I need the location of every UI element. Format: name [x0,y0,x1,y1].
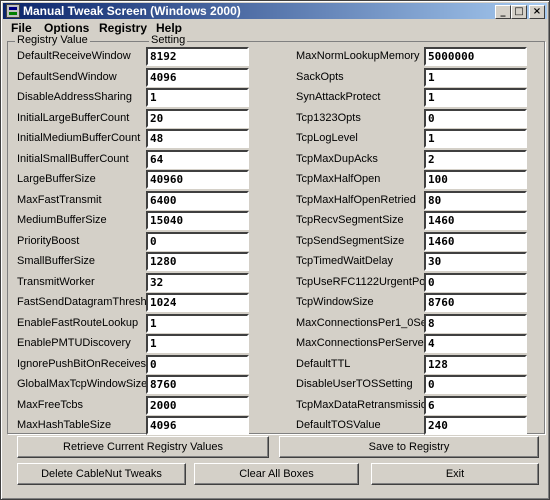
right-setting-field[interactable]: 0 [424,109,527,128]
right-setting-field[interactable]: 240 [424,416,527,435]
right-setting-label: TcpMaxHalfOpen [296,173,381,185]
left-setting-label: FastSendDatagramThreshold [17,296,162,308]
minimize-button[interactable]: _ [495,5,511,19]
registry-value-header: Registry Value [15,34,90,46]
left-setting-field[interactable]: 32 [146,273,249,292]
left-setting-field[interactable]: 8192 [146,47,249,66]
right-setting-label: TcpMaxDupAcks [296,153,378,165]
left-setting-field[interactable]: 1 [146,314,249,333]
right-setting-label: DefaultTOSValue [296,419,381,431]
left-setting-label: DefaultSendWindow [17,71,117,83]
left-setting-label: DefaultReceiveWindow [17,50,131,62]
left-setting-label: GlobalMaxTcpWindowSize [17,378,148,390]
right-setting-label: TcpMaxDataRetransmissions [296,399,439,411]
save-to-registry-button[interactable]: Save to Registry [279,436,539,458]
title-bar[interactable]: Manual Tweak Screen (Windows 2000) _ □ × [3,3,547,19]
right-setting-field[interactable]: 80 [424,191,527,210]
right-setting-label: Tcp1323Opts [296,112,361,124]
left-setting-field[interactable]: 1 [146,334,249,353]
right-setting-field[interactable]: 0 [424,375,527,394]
left-setting-label: MaxHashTableSize [17,419,112,431]
right-setting-field[interactable]: 0 [424,273,527,292]
left-setting-field[interactable]: 6400 [146,191,249,210]
left-setting-label: MediumBufferSize [17,214,107,226]
left-setting-field[interactable]: 20 [146,109,249,128]
left-setting-label: PriorityBoost [17,235,80,247]
left-setting-label: SmallBufferSize [17,255,96,267]
left-setting-field[interactable]: 1280 [146,252,249,271]
right-setting-field[interactable]: 1 [424,68,527,87]
left-setting-label: MaxFreeTcbs [17,399,84,411]
menu-registry[interactable]: Registry [99,19,147,37]
left-setting-field[interactable]: 2000 [146,396,249,415]
right-setting-field[interactable]: 6 [424,396,527,415]
delete-cablenut-tweaks-button[interactable]: Delete CableNut Tweaks [17,463,186,485]
exit-button[interactable]: Exit [371,463,539,485]
right-setting-label: DisableUserTOSSetting [296,378,413,390]
window-title: Manual Tweak Screen (Windows 2000) [23,4,241,18]
right-setting-field[interactable]: 1 [424,88,527,107]
left-setting-label: InitialMediumBufferCount [17,132,141,144]
left-setting-field[interactable]: 4096 [146,416,249,435]
right-setting-label: MaxConnectionsPerServer [296,337,428,349]
right-setting-field[interactable]: 1460 [424,232,527,251]
right-setting-label: TcpMaxHalfOpenRetried [296,194,416,206]
left-setting-label: EnableFastRouteLookup [17,317,139,329]
clear-all-boxes-button[interactable]: Clear All Boxes [194,463,359,485]
left-setting-field[interactable]: 64 [146,150,249,169]
right-setting-label: DefaultTTL [296,358,351,370]
right-setting-field[interactable]: 100 [424,170,527,189]
left-setting-field[interactable]: 0 [146,355,249,374]
right-setting-label: TcpRecvSegmentSize [296,214,404,226]
right-setting-field[interactable]: 1 [424,129,527,148]
left-setting-label: DisableAddressSharing [17,91,132,103]
left-setting-field[interactable]: 40960 [146,170,249,189]
left-setting-label: EnablePMTUDiscovery [17,337,131,349]
right-setting-field[interactable]: 1460 [424,211,527,230]
right-setting-field[interactable]: 8 [424,314,527,333]
close-button[interactable]: × [529,5,545,19]
left-setting-label: MaxFastTransmit [17,194,102,206]
left-setting-field[interactable]: 1024 [146,293,249,312]
left-setting-field[interactable]: 4096 [146,68,249,87]
left-setting-label: IgnorePushBitOnReceives [17,358,147,370]
main-window: Manual Tweak Screen (Windows 2000) _ □ ×… [0,0,550,500]
right-setting-field[interactable]: 4 [424,334,527,353]
right-setting-field[interactable]: 5000000 [424,47,527,66]
left-setting-field[interactable]: 15040 [146,211,249,230]
left-setting-field[interactable]: 48 [146,129,249,148]
right-setting-label: SynAttackProtect [296,91,381,103]
right-setting-field[interactable]: 8760 [424,293,527,312]
right-setting-label: TcpTimedWaitDelay [296,255,393,267]
right-setting-label: SackOpts [296,71,344,83]
setting-header: Setting [149,34,188,46]
left-setting-label: TransmitWorker [17,276,95,288]
right-setting-label: MaxNormLookupMemory [296,50,420,62]
right-setting-label: TcpWindowSize [296,296,374,308]
right-setting-field[interactable]: 128 [424,355,527,374]
left-setting-label: LargeBufferSize [17,173,96,185]
app-icon [6,4,20,18]
right-setting-label: TcpSendSegmentSize [296,235,405,247]
right-setting-field[interactable]: 2 [424,150,527,169]
left-setting-field[interactable]: 8760 [146,375,249,394]
retrieve-registry-button[interactable]: Retrieve Current Registry Values [17,436,269,458]
left-setting-label: InitialSmallBufferCount [17,153,129,165]
left-setting-field[interactable]: 0 [146,232,249,251]
right-setting-field[interactable]: 30 [424,252,527,271]
maximize-button[interactable]: □ [511,5,527,19]
right-setting-label: TcpLogLevel [296,132,358,144]
left-setting-label: InitialLargeBufferCount [17,112,130,124]
left-setting-field[interactable]: 1 [146,88,249,107]
